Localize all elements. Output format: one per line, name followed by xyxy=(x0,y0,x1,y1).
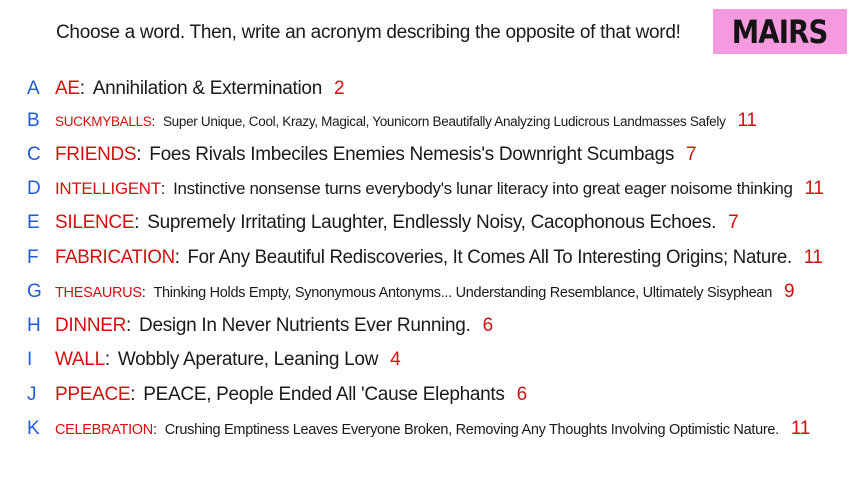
list-item: G THESAURUS: Thinking Holds Empty, Synon… xyxy=(27,281,795,302)
entry-word: AE xyxy=(55,78,80,99)
entry-acronym: Crushing Emptiness Leaves Everyone Broke… xyxy=(164,422,779,438)
entry-word: FRIENDS xyxy=(55,144,137,165)
entry-letter: E xyxy=(27,212,40,233)
entry-word: SUCKMYBALLS xyxy=(55,114,152,129)
list-item: A AE: Annihilation & Extermination 2 xyxy=(27,78,345,99)
entry-acronym: Foes Rivals Imbeciles Enemies Nemesis's … xyxy=(149,144,675,165)
list-item: I WALL: Wobbly Aperature, Leaning Low 4 xyxy=(27,349,401,370)
entry-letter: C xyxy=(27,144,41,165)
entry-word: DINNER xyxy=(55,315,127,336)
entry-count: 7 xyxy=(686,144,697,165)
entry-word: SILENCE xyxy=(55,212,135,233)
list-item: H DINNER: Design In Never Nutrients Ever… xyxy=(27,315,494,336)
entry-letter: K xyxy=(27,418,40,439)
entry-word: PPEACE xyxy=(55,384,131,405)
entry-word: CELEBRATION xyxy=(55,422,153,438)
entry-count: 9 xyxy=(783,281,795,302)
list-item: E SILENCE: Supremely Irritating Laughter… xyxy=(27,212,739,233)
entry-count: 7 xyxy=(728,212,739,233)
entry-letter: D xyxy=(27,178,41,199)
list-item: J PPEACE: PEACE, People Ended All 'Cause… xyxy=(27,384,528,405)
entry-count: 11 xyxy=(737,110,757,131)
entry-acronym: Annihilation & Extermination xyxy=(92,78,323,99)
entry-word: WALL xyxy=(55,349,105,370)
entry-word: THESAURUS xyxy=(55,285,142,301)
entry-acronym: Wobbly Aperature, Leaning Low xyxy=(117,349,379,370)
entry-acronym: Supremely Irritating Laughter, Endlessly… xyxy=(147,212,717,233)
entry-count: 11 xyxy=(804,178,824,199)
entry-acronym: PEACE, People Ended All 'Cause Elephants xyxy=(143,384,505,405)
entry-count: 6 xyxy=(482,315,494,336)
entry-letter: A xyxy=(27,78,40,99)
entry-word: INTELLIGENT xyxy=(55,179,161,198)
list-item: K CELEBRATION: Crushing Emptiness Leaves… xyxy=(27,418,810,439)
entry-letter: G xyxy=(27,281,42,302)
list-item: F FABRICATION: For Any Beautiful Redisco… xyxy=(27,247,823,268)
entry-count: 11 xyxy=(790,418,810,439)
entry-acronym: For Any Beautiful Rediscoveries, It Come… xyxy=(187,247,793,268)
entry-count: 11 xyxy=(803,247,823,268)
entry-word: FABRICATION xyxy=(55,247,175,268)
list-item: B SUCKMYBALLS: Super Unique, Cool, Krazy… xyxy=(27,110,757,131)
entry-count: 4 xyxy=(390,349,401,370)
entry-list: A AE: Annihilation & Extermination 2 B S… xyxy=(0,0,853,480)
entry-count: 6 xyxy=(516,384,528,405)
entry-acronym: Thinking Holds Empty, Synonymous Antonym… xyxy=(153,285,772,301)
entry-letter: B xyxy=(27,110,40,131)
entry-letter: J xyxy=(27,384,37,405)
entry-acronym: Design In Never Nutrients Ever Running. xyxy=(139,315,471,336)
entry-letter: I xyxy=(27,349,33,370)
list-item: D INTELLIGENT: Instinctive nonsense turn… xyxy=(27,178,824,199)
entry-count: 2 xyxy=(333,78,345,99)
entry-acronym: Super Unique, Cool, Krazy, Magical, Youn… xyxy=(162,114,726,129)
entry-letter: H xyxy=(27,315,41,336)
list-item: C FRIENDS: Foes Rivals Imbeciles Enemies… xyxy=(27,144,697,165)
entry-letter: F xyxy=(27,247,39,268)
entry-acronym: Instinctive nonsense turns everybody's l… xyxy=(173,179,793,198)
